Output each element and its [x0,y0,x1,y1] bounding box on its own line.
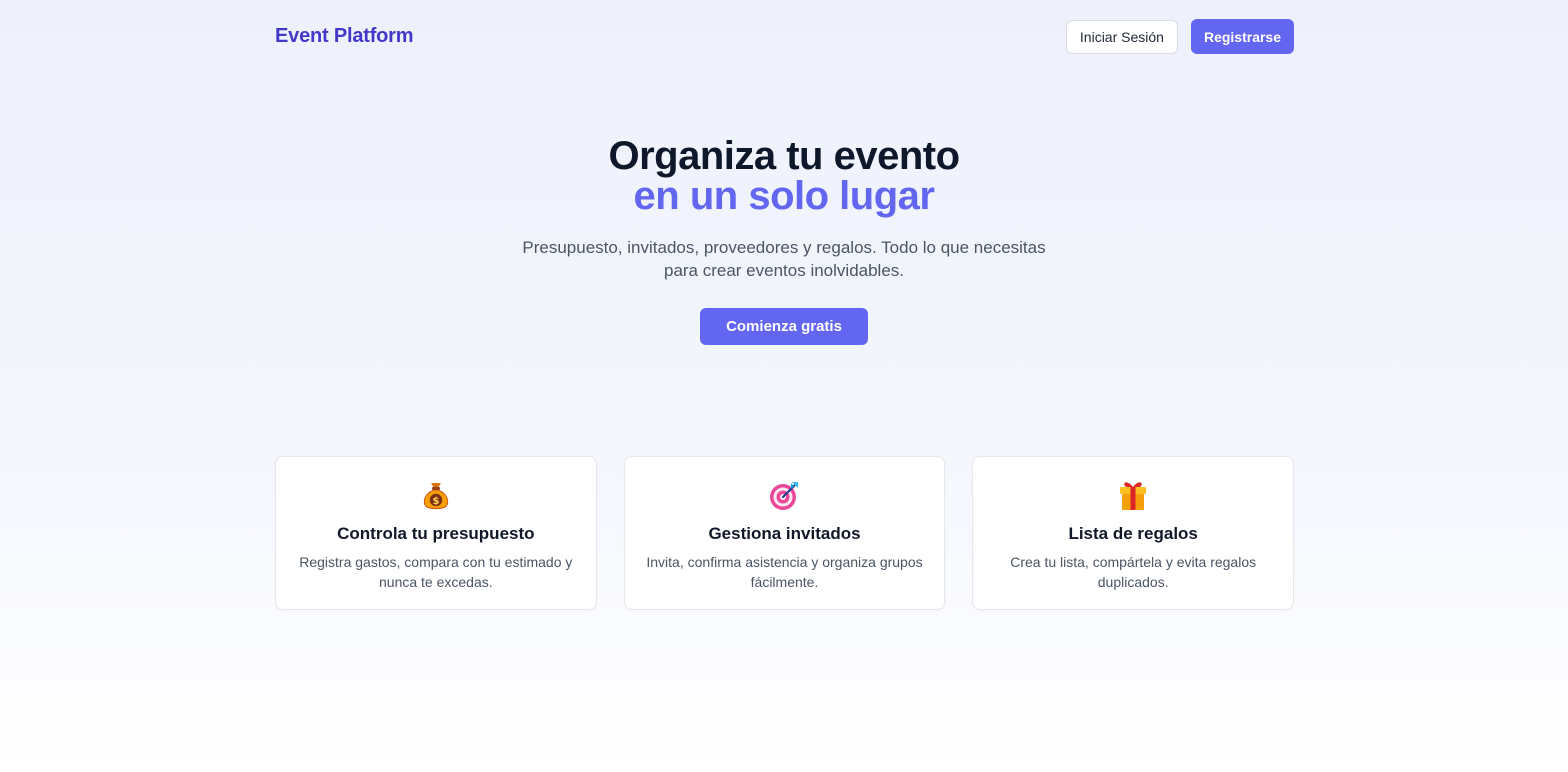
money-bag-icon: $ [276,479,596,511]
svg-text:$: $ [432,496,439,507]
hero-title: Organiza tu evento en un solo lugar [0,136,1568,216]
feature-title: Controla tu presupuesto [337,524,535,543]
hero-title-line1: Organiza tu evento [608,134,960,178]
feature-description: Crea tu lista, compártela y evita regalo… [1010,554,1257,590]
target-icon [625,479,945,511]
feature-description: Registra gastos, compara con tu estimado… [299,554,573,590]
feature-card-budget: $ Controla tu presupuesto Registra gasto… [275,456,597,610]
login-button[interactable]: Iniciar Sesión [1065,19,1178,54]
hero-title-line2: en un solo lugar [633,174,935,218]
hero-subtitle: Presupuesto, invitados, proveedores y re… [522,238,1046,280]
brand-logo[interactable]: Event Platform [275,25,414,48]
gift-icon [973,479,1293,511]
feature-title: Lista de regalos [1068,524,1198,543]
feature-description: Invita, confirma asistencia y organiza g… [646,554,923,590]
feature-title: Gestiona invitados [708,524,861,543]
feature-card-guests: Gestiona invitados Invita, confirma asis… [623,456,946,610]
feature-card-gifts: Lista de regalos Crea tu lista, compárte… [972,456,1295,610]
site-header: Event Platform Iniciar Sesión Registrars… [275,19,1294,54]
header-nav: Iniciar Sesión Registrarse [1065,19,1294,54]
features-section: $ Controla tu presupuesto Registra gasto… [275,456,1295,610]
register-button[interactable]: Registrarse [1190,19,1294,54]
hero-section: Organiza tu evento en un solo lugar Pres… [0,136,1568,345]
get-started-button[interactable]: Comienza gratis [700,308,868,345]
